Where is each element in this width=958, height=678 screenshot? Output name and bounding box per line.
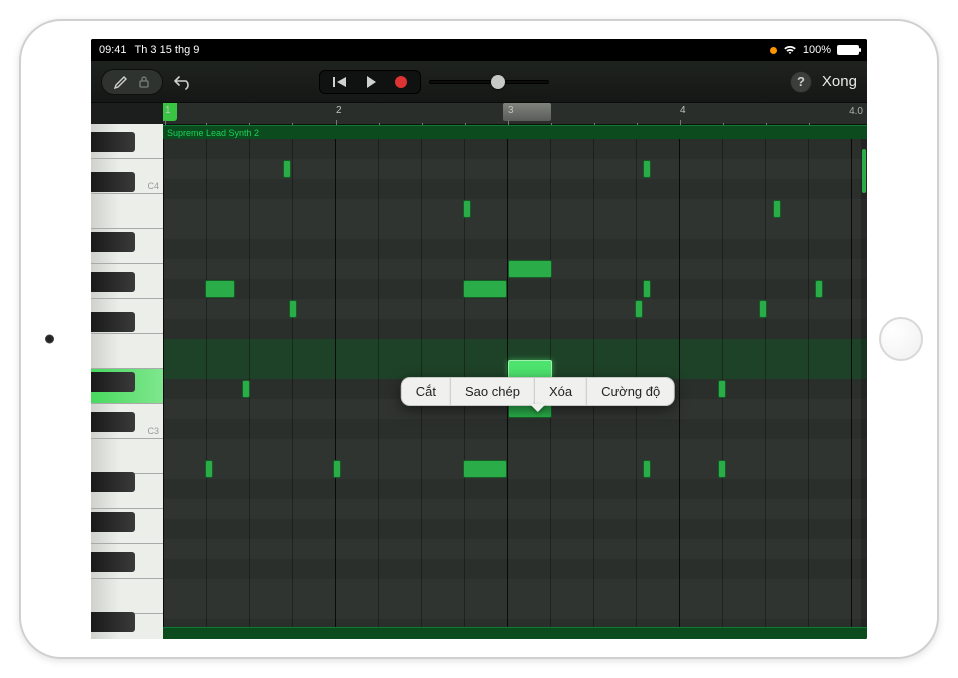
region-name: Supreme Lead Synth 2 [167,128,259,138]
play-icon[interactable] [364,75,378,89]
screen: 09:41 Th 3 15 thg 9 100% [91,39,867,639]
record-icon[interactable] [394,75,408,89]
menu-item-copy[interactable]: Sao chép [451,378,535,405]
ruler-end-label: 4.0 [849,106,863,117]
editor-toolbar: ? Xong [91,61,867,103]
transport-controls [319,70,549,94]
ruler-tick: 2 [336,105,342,126]
midi-note[interactable] [205,460,213,478]
home-button[interactable] [879,317,923,361]
piano-roll-editor: C4 C3 Cắt Sao chép Xóa Cường độ [91,139,867,639]
midi-note[interactable] [643,460,651,478]
midi-note-selected[interactable] [508,360,552,378]
midi-note[interactable] [508,260,552,278]
vertical-scrollbar[interactable] [861,139,867,627]
piano-keyboard[interactable]: C4 C3 [91,139,163,639]
midi-note[interactable] [205,280,235,298]
undo-icon[interactable] [173,74,193,90]
piano-black-key[interactable] [91,372,135,392]
midi-note[interactable] [815,280,823,298]
piano-white-key[interactable] [91,334,163,369]
midi-note[interactable] [463,200,471,218]
status-date: Th 3 15 thg 9 [135,44,200,56]
region-footer-bar [163,627,867,639]
midi-note[interactable] [333,460,341,478]
midi-note[interactable] [718,380,726,398]
help-button[interactable]: ? [790,71,812,93]
piano-black-key[interactable] [91,272,135,292]
ruler-tick: 3 [508,105,514,126]
menu-item-cut[interactable]: Cắt [402,378,451,405]
midi-note[interactable] [463,280,507,298]
note-context-menu: Cắt Sao chép Xóa Cường độ [401,377,675,406]
region-header[interactable]: Supreme Lead Synth 2 [163,125,867,139]
status-time: 09:41 [99,44,127,56]
piano-black-key[interactable] [91,172,135,192]
scrollbar-thumb[interactable] [862,149,866,193]
wifi-icon [783,45,797,55]
ruler-tick: 4 [680,105,686,126]
piano-white-key[interactable] [91,579,163,614]
edit-mode-toggle[interactable] [101,69,163,95]
status-battery-pct: 100% [803,44,831,56]
piano-white-key[interactable] [91,439,163,474]
pencil-icon [114,75,128,89]
piano-black-key[interactable] [91,232,135,252]
midi-note[interactable] [283,160,291,178]
ipad-device-frame: 09:41 Th 3 15 thg 9 100% [19,19,939,659]
timeline-ruler[interactable]: 1 2 3 4 4.0 [163,103,867,125]
volume-slider[interactable] [429,80,549,84]
camera-dot [45,335,54,344]
recording-indicator-dot [770,47,777,54]
piano-black-key[interactable] [91,512,135,532]
piano-white-key[interactable] [91,194,163,229]
help-glyph: ? [797,74,805,89]
piano-black-key[interactable] [91,412,135,432]
piano-black-key[interactable] [91,312,135,332]
midi-note[interactable] [643,160,651,178]
piano-black-key[interactable] [91,612,135,632]
note-grid[interactable]: Cắt Sao chép Xóa Cường độ [163,139,867,639]
piano-black-key[interactable] [91,132,135,152]
midi-note[interactable] [463,460,507,478]
midi-note[interactable] [289,300,297,318]
piano-black-key[interactable] [91,552,135,572]
midi-note[interactable] [759,300,767,318]
piano-black-key[interactable] [91,472,135,492]
midi-note[interactable] [773,200,781,218]
done-button[interactable]: Xong [822,73,857,90]
status-bar: 09:41 Th 3 15 thg 9 100% [91,39,867,61]
slider-knob[interactable] [491,75,505,89]
battery-icon [837,45,859,55]
menu-item-velocity[interactable]: Cường độ [587,378,674,405]
rewind-icon[interactable] [332,75,348,89]
midi-note[interactable] [242,380,250,398]
key-label-c3: C3 [147,426,159,436]
menu-item-delete[interactable]: Xóa [535,378,587,405]
ruler-tick: 1 [165,105,171,126]
key-label-c4: C4 [147,181,159,191]
lock-icon [138,75,150,89]
midi-note[interactable] [635,300,643,318]
midi-note[interactable] [718,460,726,478]
midi-note[interactable] [643,280,651,298]
